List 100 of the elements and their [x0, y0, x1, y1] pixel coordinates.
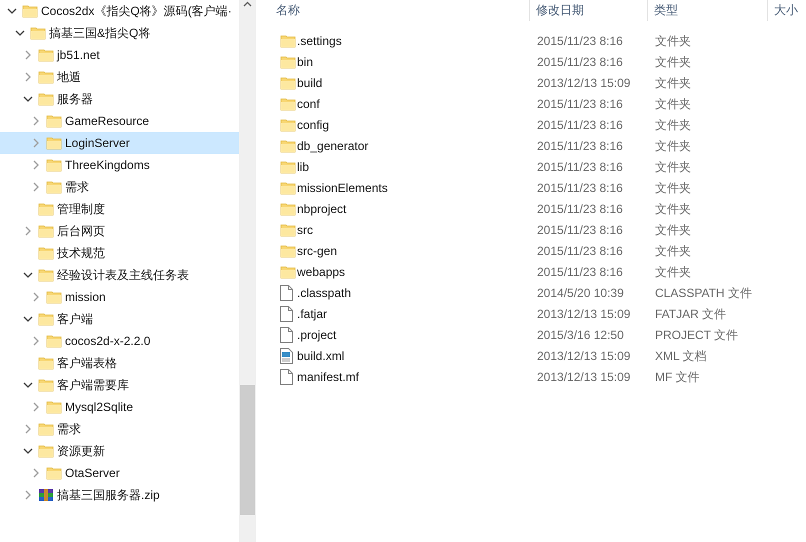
file-name[interactable]: db_generator [297, 136, 368, 154]
modified-date: 2015/11/23 8:16 [536, 138, 624, 154]
folder-icon [38, 223, 54, 239]
chevron-right-icon[interactable] [33, 138, 39, 148]
chevron-down-icon[interactable] [23, 272, 33, 278]
tree-item[interactable]: 服务器 [0, 88, 239, 110]
tree-item[interactable]: 需求 [0, 418, 239, 440]
folder-icon [280, 54, 296, 70]
modified-date: 2015/11/23 8:16 [536, 54, 624, 70]
tree-item[interactable]: LoginServer [0, 132, 239, 154]
file-name[interactable]: conf [297, 94, 320, 112]
column-header[interactable]: 类型 [648, 0, 768, 21]
file-type: 文件夹 [654, 264, 691, 280]
file-name[interactable]: nbproject [297, 200, 346, 218]
chevron-right-icon[interactable] [33, 182, 39, 192]
folder-icon [38, 443, 54, 459]
chevron-right-icon[interactable] [33, 292, 39, 302]
tree-item[interactable]: 客户端表格 [0, 352, 239, 374]
file-name[interactable]: missionElements [297, 178, 388, 196]
tree-item[interactable]: 资源更新 [0, 440, 239, 462]
file-name[interactable]: .settings [297, 32, 342, 50]
folder-icon [280, 180, 296, 196]
chevron-right-icon[interactable] [25, 72, 31, 82]
chevron-right-icon[interactable] [33, 336, 39, 346]
tree-item[interactable]: Mysql2Sqlite [0, 396, 239, 418]
modified-date: 2015/11/23 8:16 [536, 242, 624, 260]
scrollbar[interactable] [239, 0, 256, 542]
chevron-right-icon[interactable] [33, 160, 39, 170]
file-type: FATJAR 文件 [654, 306, 726, 322]
file-name[interactable]: lib [297, 158, 310, 176]
file-name[interactable]: bin [297, 52, 314, 70]
chevron-right-icon[interactable] [25, 490, 31, 500]
tree-item[interactable]: 需求 [0, 176, 239, 198]
folder-icon [38, 47, 54, 63]
folder-icon [46, 135, 62, 151]
chevron-down-icon[interactable] [7, 8, 17, 14]
file-type: PROJECT 文件 [654, 326, 738, 344]
chevron-right-icon[interactable] [33, 402, 39, 412]
folder-icon [38, 311, 54, 327]
folder-icon [46, 465, 62, 481]
chevron-down-icon[interactable] [23, 382, 33, 388]
tree-item[interactable]: 客户端 [0, 308, 239, 330]
tree-item[interactable]: ThreeKingdoms [0, 154, 239, 176]
file-type: 文件夹 [654, 54, 691, 70]
modified-date: 2015/11/23 8:16 [536, 264, 624, 280]
folder-icon [38, 201, 54, 217]
tree-item[interactable]: 地遁 [0, 66, 239, 88]
file-name[interactable]: webapps [297, 262, 346, 280]
file-type: MF 文件 [654, 368, 700, 386]
tree-item[interactable]: cocos2d-x-2.2.0 [0, 330, 239, 352]
file-name[interactable]: .project [297, 326, 336, 344]
file-name[interactable]: .classpath [297, 284, 352, 302]
folder-icon [280, 138, 296, 154]
file-name[interactable]: build.xml [297, 346, 344, 364]
chevron-right-icon[interactable] [33, 468, 39, 478]
column-header[interactable]: 大小 [768, 0, 806, 21]
file-name[interactable]: .fatjar [297, 304, 328, 322]
scrollbar-thumb[interactable] [240, 385, 255, 515]
modified-date: 2013/12/13 15:09 [536, 306, 632, 322]
file-name[interactable]: src [297, 220, 313, 238]
folder-icon [280, 158, 296, 174]
column-header[interactable]: 修改日期 [530, 0, 648, 21]
file-name[interactable]: build [297, 74, 322, 92]
chevron-right-icon[interactable] [25, 424, 31, 434]
tree-item[interactable]: GameResource [0, 110, 239, 132]
tree-item[interactable]: 客户端需要库 [0, 374, 239, 396]
file-name[interactable]: manifest.mf [297, 368, 360, 386]
chevron-right-icon[interactable] [33, 116, 39, 126]
file-type: CLASSPATH 文件 [654, 284, 752, 302]
tree-item[interactable]: 后台网页 [0, 220, 239, 242]
chevron-down-icon[interactable] [23, 448, 33, 454]
chevron-down-icon[interactable] [15, 30, 25, 36]
file-name[interactable]: config [297, 116, 330, 134]
tree-item[interactable]: mission [0, 286, 239, 308]
tree-item[interactable]: 经验设计表及主线任务表 [0, 264, 239, 286]
modified-date: 2013/12/13 15:09 [536, 74, 632, 92]
tree-item[interactable]: 搞基三国&指尖Q将 [0, 22, 239, 44]
folder-icon [46, 157, 62, 173]
chevron-right-icon[interactable] [25, 50, 31, 60]
tree-item[interactable]: 搞基三国服务器.zip [0, 484, 239, 506]
folder-icon [38, 421, 54, 437]
file-type: 文件夹 [654, 242, 691, 260]
modified-date: 2015/11/23 8:16 [536, 96, 624, 112]
file-type: 文件夹 [654, 74, 691, 92]
file-name[interactable]: src-gen [297, 242, 338, 260]
chevron-down-icon[interactable] [23, 96, 33, 102]
tree-item[interactable]: jb51.net [0, 44, 239, 66]
chevron-down-icon[interactable] [23, 316, 33, 322]
tree-item[interactable]: OtaServer [0, 462, 239, 484]
folder-icon [280, 264, 296, 280]
folder-icon [280, 116, 296, 132]
column-header[interactable]: 名称 [256, 0, 530, 21]
archive-icon [38, 487, 54, 503]
folder-icon [280, 242, 296, 258]
chevron-right-icon[interactable] [25, 226, 31, 236]
tree-item[interactable]: Cocos2dx《指尖Q将》源码(客户端· [0, 0, 239, 22]
modified-date: 2015/11/23 8:16 [536, 32, 624, 50]
tree-item[interactable]: 技术规范 [0, 242, 239, 264]
tree-item[interactable]: 管理制度 [0, 198, 239, 220]
file-type: 文件夹 [654, 138, 691, 154]
